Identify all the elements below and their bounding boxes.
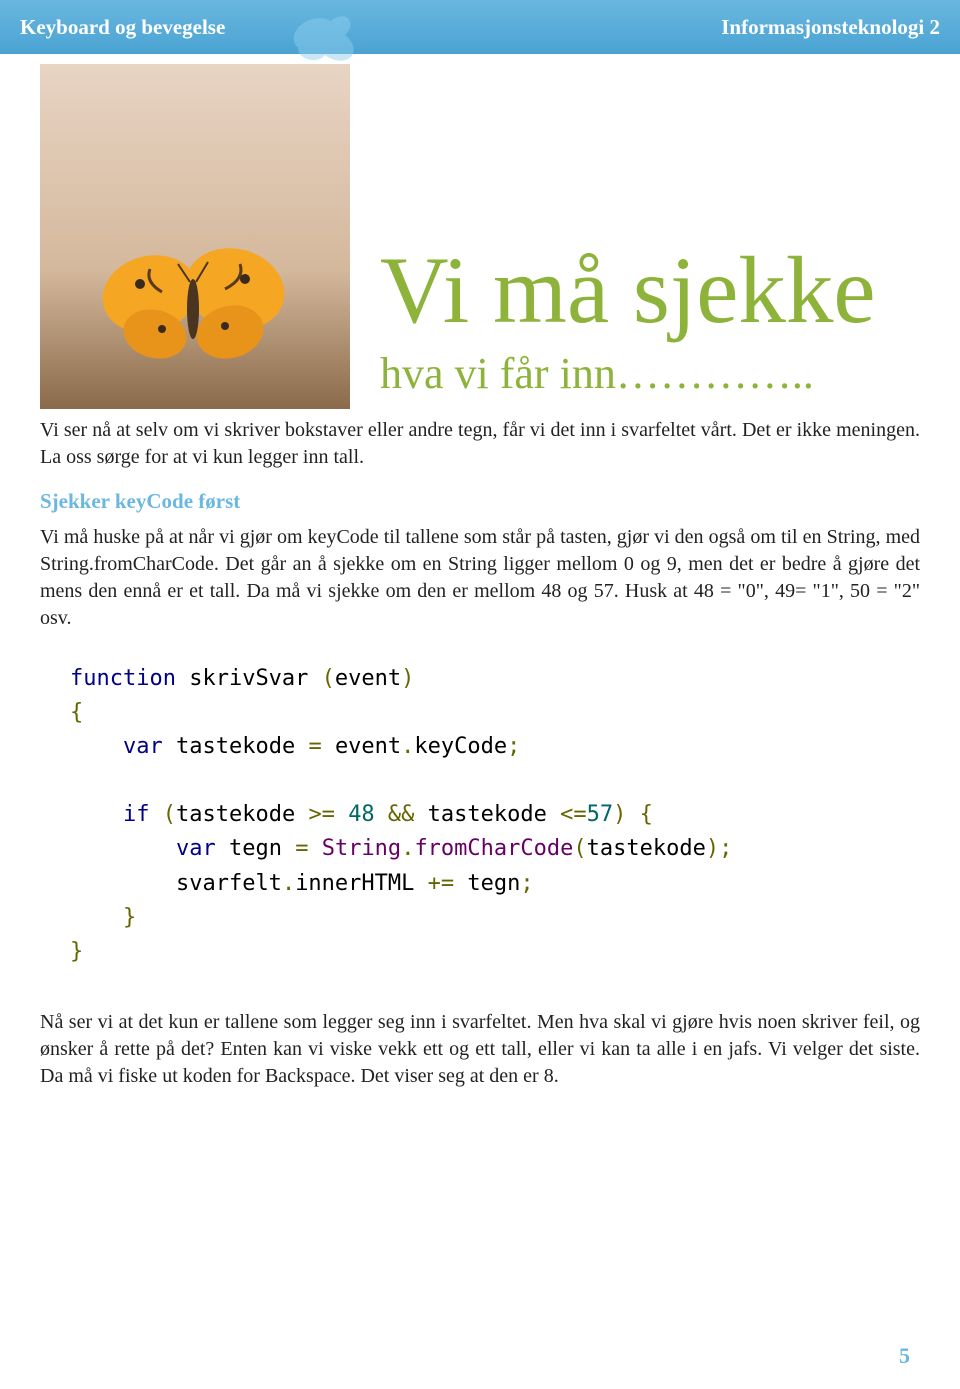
- paragraph-2: Vi må huske på at når vi gjør om keyCode…: [40, 524, 920, 632]
- paragraph-3: Nå ser vi at det kun er tallene som legg…: [40, 1009, 920, 1090]
- header-right: Informasjonsteknologi 2: [721, 15, 940, 40]
- hero-photo: [40, 64, 350, 409]
- page-number: 5: [899, 1343, 910, 1369]
- code-snippet: function skrivSvar (event) { var tasteko…: [70, 662, 920, 969]
- butterfly-icon: [90, 234, 300, 389]
- page-subtitle: hva vi får inn…………..: [380, 348, 920, 399]
- page-title: Vi må sjekke: [380, 243, 920, 338]
- butterfly-decoration-icon: [280, 10, 400, 70]
- page-header: Keyboard og bevegelse Informasjonsteknol…: [0, 0, 960, 54]
- header-left: Keyboard og bevegelse: [20, 15, 225, 40]
- intro-paragraph: Vi ser nå at selv om vi skriver bokstave…: [40, 417, 920, 471]
- title-block: Vi må sjekke hva vi får inn…………..: [380, 243, 920, 409]
- intro-row: Vi må sjekke hva vi får inn…………..: [40, 64, 920, 409]
- page-content: Vi må sjekke hva vi får inn………….. Vi ser…: [0, 64, 960, 1150]
- section-heading: Sjekker keyCode først: [40, 489, 920, 514]
